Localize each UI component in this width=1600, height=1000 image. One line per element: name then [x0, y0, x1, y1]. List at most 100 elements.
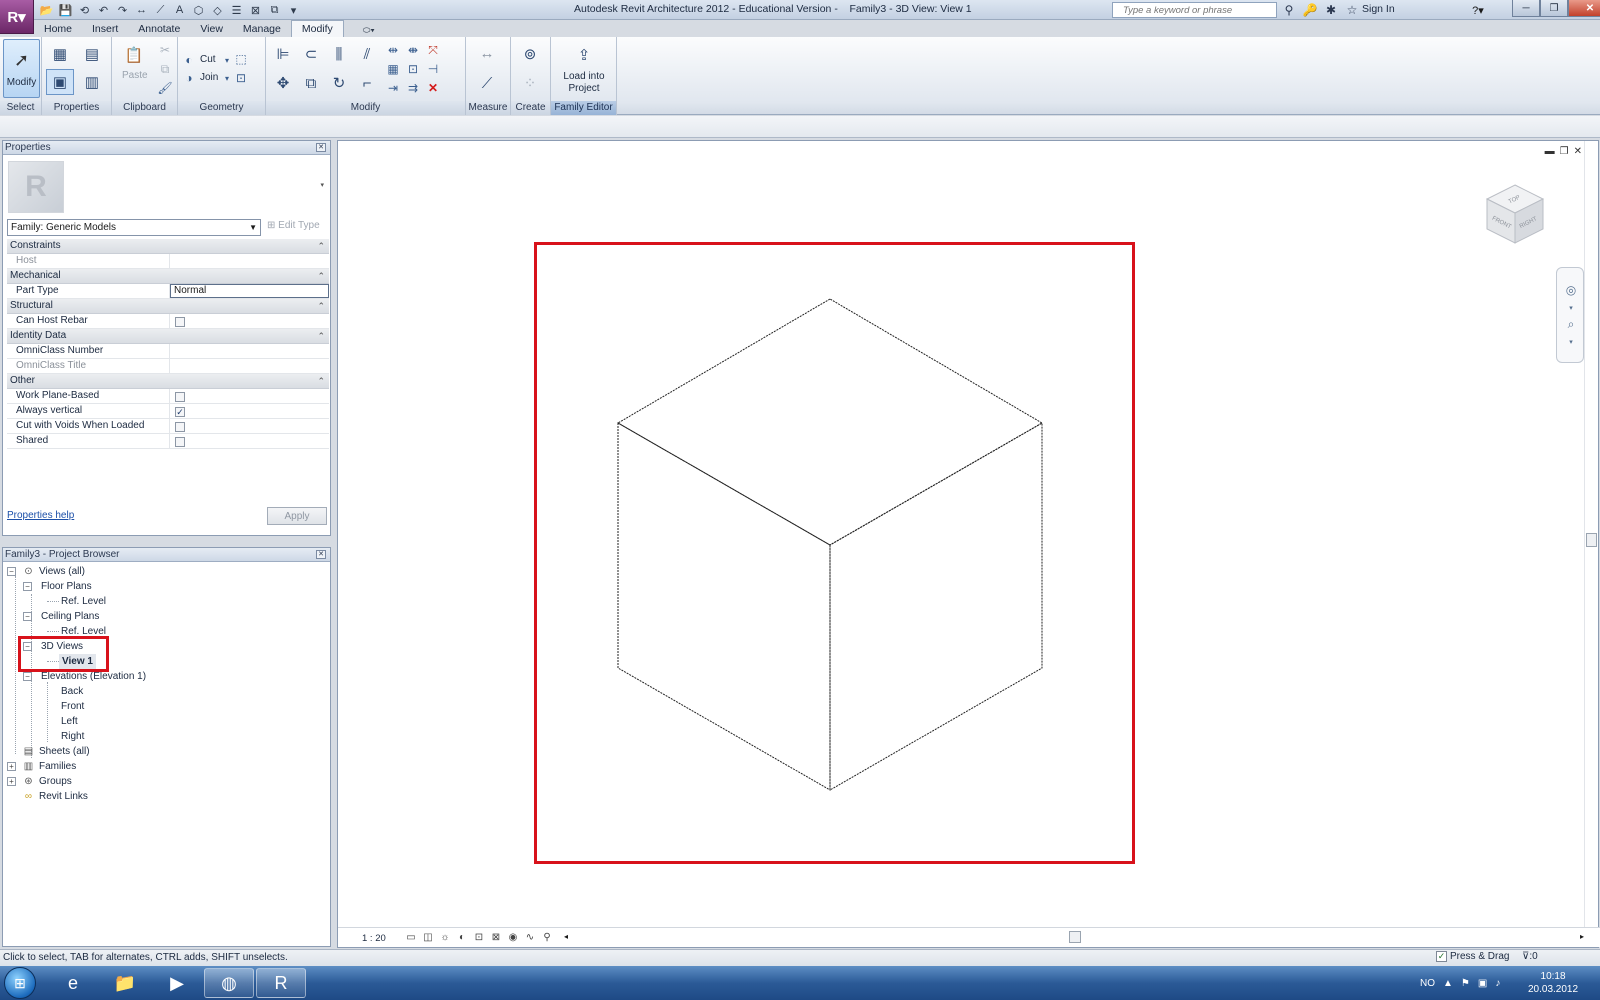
zoom-icon[interactable]: ⌕ — [1563, 316, 1579, 332]
create-group-icon[interactable]: ⁘ — [517, 70, 543, 96]
viewcube[interactable]: TOP FRONT RIGHT — [1480, 179, 1550, 249]
wall-joins-icon[interactable]: ⬚ — [232, 50, 250, 68]
collapse-toggle-icon[interactable]: − — [23, 612, 32, 621]
load-into-project-button[interactable]: Load into Project — [555, 71, 613, 95]
ribbon-minimize-icon[interactable]: ⬭▾ — [354, 23, 384, 37]
mirror-draw-axis-icon[interactable]: ⫽ — [354, 41, 380, 67]
tree-node-front[interactable]: Front — [61, 699, 84, 714]
omniclass-number-field[interactable] — [170, 344, 329, 358]
shadows-icon[interactable]: ◐ — [455, 931, 469, 943]
detail-level-icon[interactable]: ▭ — [404, 931, 418, 943]
close-icon[interactable]: ✕ — [316, 143, 326, 152]
open-icon[interactable]: 📂 — [38, 3, 55, 18]
array-icon[interactable]: ▦ — [384, 60, 402, 78]
group-constraints[interactable]: Constraints ⌃ — [7, 239, 329, 254]
work-plane-based-checkbox[interactable] — [175, 392, 185, 402]
horizontal-scroll-thumb[interactable] — [1069, 931, 1081, 943]
file-explorer-icon[interactable]: 📁 — [100, 968, 150, 998]
unpin-icon[interactable]: ⤧ — [424, 41, 442, 59]
qat-dropdown-icon[interactable]: ▾ — [285, 3, 302, 18]
tab-modify[interactable]: Modify — [290, 20, 344, 37]
load-into-project-icon[interactable]: ⇪ — [569, 41, 599, 69]
temporary-hide-icon[interactable]: ◉ — [506, 931, 520, 943]
can-host-rebar-checkbox[interactable] — [175, 317, 185, 327]
tray-expand-icon[interactable]: ▲ — [1443, 978, 1453, 989]
collapse-toggle-icon[interactable]: − — [23, 582, 32, 591]
communication-icon[interactable]: ✱ — [1322, 2, 1340, 18]
drawing-area[interactable]: ▬ ❐ ✕ TOP FRONT RIGHT ◎ ▾ ⌕ ▾ 1 : 20 ▭ ◫… — [337, 140, 1600, 948]
group-identity-data[interactable]: Identity Data ⌃ — [7, 329, 329, 344]
zoom-dropdown-icon[interactable]: ▾ — [1563, 334, 1579, 350]
collapse-icon[interactable]: ⌃ — [317, 299, 325, 313]
sync-icon[interactable]: ⟲ — [76, 3, 93, 18]
tree-node-floor-ref-level[interactable]: Ref. Level — [61, 594, 106, 609]
collapse-toggle-icon[interactable]: − — [7, 567, 16, 576]
type-properties-icon[interactable]: ▥ — [78, 69, 106, 95]
maximize-button[interactable]: ❐ — [1540, 0, 1568, 17]
tree-node-left[interactable]: Left — [61, 714, 78, 729]
tab-insert[interactable]: Insert — [82, 21, 128, 37]
steering-wheel-icon[interactable]: ◎ — [1563, 282, 1579, 298]
collapse-icon[interactable]: ⌃ — [317, 329, 325, 343]
split-element-icon[interactable]: ⇹ — [384, 41, 402, 59]
binoculars-icon[interactable]: ⚲ — [1280, 2, 1298, 18]
scale-icon[interactable]: ⊡ — [404, 60, 422, 78]
press-drag-checkbox[interactable]: ✓ — [1436, 951, 1447, 962]
start-button[interactable]: ⊞ — [4, 967, 36, 999]
application-menu-button[interactable]: R▾ — [0, 0, 34, 34]
shared-checkbox[interactable] — [175, 437, 185, 447]
reveal-hidden-icon[interactable]: ∿ — [523, 931, 537, 943]
offset-icon[interactable]: ⊂ — [298, 41, 324, 67]
thin-lines-icon[interactable]: ☰ — [228, 3, 245, 18]
join-geometry-icon[interactable]: ◑ — [180, 69, 198, 87]
media-player-icon[interactable]: ▶ — [152, 968, 202, 998]
split-gap-icon[interactable]: ⇼ — [404, 41, 422, 59]
save-icon[interactable]: 💾 — [57, 3, 74, 18]
group-other[interactable]: Other ⌃ — [7, 374, 329, 389]
collapse-toggle-icon[interactable]: − — [23, 672, 32, 681]
vertical-scrollbar[interactable] — [1584, 141, 1598, 927]
group-structural[interactable]: Structural ⌃ — [7, 299, 329, 314]
text-icon[interactable]: A — [171, 3, 188, 18]
always-vertical-checkbox[interactable]: ✓ — [175, 407, 185, 417]
cut-geometry-icon[interactable]: ◐ — [180, 51, 198, 69]
delete-icon[interactable]: ✕ — [424, 79, 442, 97]
scroll-left-icon[interactable]: ◂ — [564, 932, 568, 941]
default-3d-view-icon[interactable]: ⬡ — [190, 3, 207, 18]
trim-multiple-icon[interactable]: ⇉ — [404, 79, 422, 97]
type-selector-dropdown-icon[interactable]: ▾ — [320, 181, 324, 189]
measure-icon[interactable]: ↔ — [133, 3, 150, 18]
sun-path-icon[interactable]: ☼ — [438, 931, 452, 943]
dimension-icon[interactable]: ⟋ — [474, 70, 500, 96]
internet-explorer-icon[interactable]: e — [48, 968, 98, 998]
apply-button[interactable]: Apply — [267, 507, 327, 525]
trim-single-icon[interactable]: ⇥ — [384, 79, 402, 97]
align-icon[interactable]: ⊫ — [270, 41, 296, 67]
scroll-right-icon[interactable]: ▸ — [1580, 932, 1584, 941]
cut-with-voids-checkbox[interactable] — [175, 422, 185, 432]
pin-icon[interactable]: ⊣ — [424, 60, 442, 78]
edit-type-button[interactable]: ⊞ Edit Type — [267, 220, 320, 231]
family-selector[interactable]: Family: Generic Models ▼ — [7, 219, 261, 236]
tab-view[interactable]: View — [190, 21, 233, 37]
cut-to-clipboard-icon[interactable]: ✂ — [156, 41, 174, 59]
close-icon[interactable]: ✕ — [316, 550, 326, 559]
tab-manage[interactable]: Manage — [233, 21, 291, 37]
press-drag-toggle[interactable]: ✓ Press & Drag — [1436, 951, 1509, 962]
modify-button[interactable]: ➚ Modify — [3, 39, 40, 98]
help-icon[interactable]: ?▾ — [1466, 2, 1490, 18]
subscription-icon[interactable]: 🔑 — [1301, 2, 1319, 18]
language-indicator[interactable]: NO — [1420, 978, 1435, 989]
paste-icon[interactable]: 📋 — [120, 41, 148, 69]
copy-icon[interactable]: ⧉ — [156, 60, 174, 78]
crop-view-icon[interactable]: ⊡ — [472, 931, 486, 943]
favorites-icon[interactable]: ☆ — [1343, 2, 1361, 18]
close-button[interactable]: ✕ — [1568, 0, 1600, 17]
wheel-dropdown-icon[interactable]: ▾ — [1563, 300, 1579, 316]
tree-node-back[interactable]: Back — [61, 684, 83, 699]
tab-home[interactable]: Home — [34, 21, 82, 37]
collapse-icon[interactable]: ⌃ — [317, 269, 325, 283]
group-mechanical[interactable]: Mechanical ⌃ — [7, 269, 329, 284]
family-types-icon[interactable]: ▤ — [78, 41, 106, 67]
minimize-button[interactable]: ─ — [1512, 0, 1540, 17]
